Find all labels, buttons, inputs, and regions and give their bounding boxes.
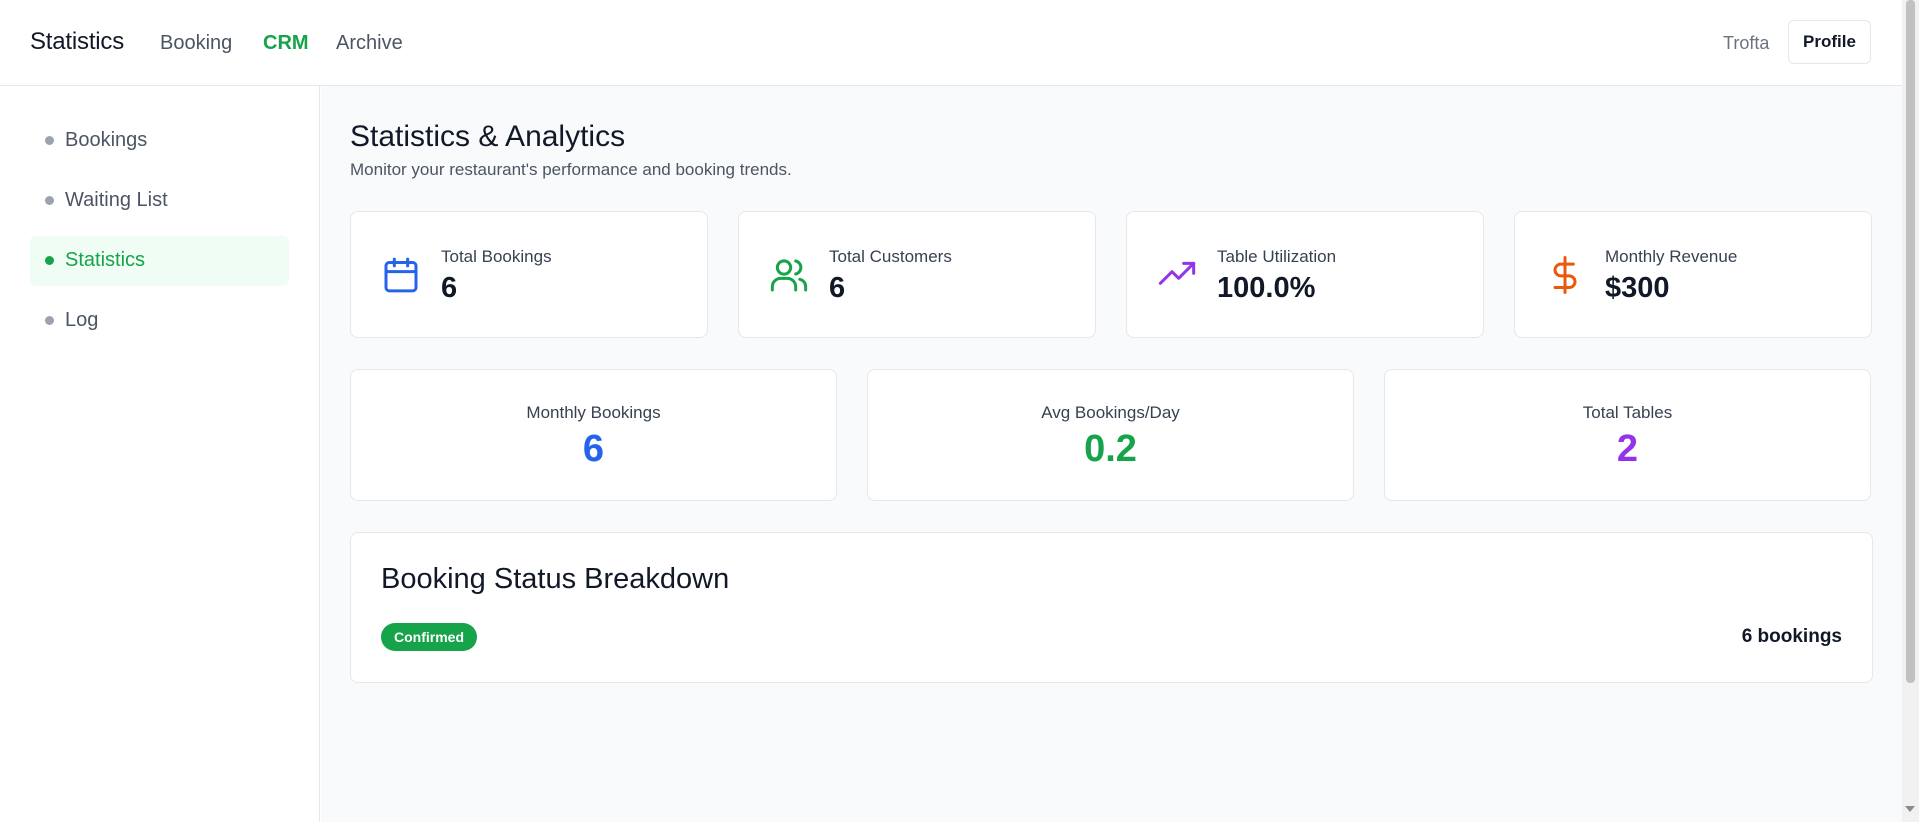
sidebar: Bookings Waiting List Statistics Log bbox=[0, 86, 320, 822]
stat-card-monthly-revenue: Monthly Revenue $300 bbox=[1514, 211, 1872, 338]
metric-label: Total Tables bbox=[1582, 403, 1673, 422]
sidebar-item-statistics[interactable]: Statistics bbox=[30, 236, 289, 286]
stat-value: 100.0% bbox=[1217, 272, 1316, 304]
metric-value: 0.2 bbox=[1084, 428, 1137, 470]
metric-value: 6 bbox=[582, 428, 605, 470]
metric-value: 2 bbox=[1616, 428, 1639, 470]
stat-card-total-customers: Total Customers 6 bbox=[738, 211, 1096, 338]
scrollbar-thumb[interactable] bbox=[1906, 0, 1915, 683]
breakdown-title: Booking Status Breakdown bbox=[381, 563, 730, 595]
calendar-icon bbox=[381, 255, 421, 295]
bullet-dot-icon bbox=[45, 256, 54, 265]
bullet-dot-icon bbox=[45, 196, 54, 205]
stat-card-table-utilization: Table Utilization 100.0% bbox=[1126, 211, 1484, 338]
sidebar-item-label: Log bbox=[65, 309, 99, 331]
nav-link-crm[interactable]: CRM bbox=[263, 32, 309, 55]
sidebar-item-label: Bookings bbox=[65, 129, 148, 151]
profile-button[interactable]: Profile bbox=[1788, 20, 1871, 64]
users-icon bbox=[769, 255, 809, 295]
metric-card-avg-bookings-day: Avg Bookings/Day 0.2 bbox=[867, 369, 1354, 501]
page-subtitle: Monitor your restaurant's performance an… bbox=[350, 160, 792, 179]
page-heading: Statistics & Analytics bbox=[350, 120, 626, 153]
stat-label: Total Customers bbox=[829, 247, 952, 266]
scrollbar[interactable] bbox=[1902, 0, 1919, 822]
status-badge: Confirmed bbox=[381, 623, 477, 651]
metric-label: Avg Bookings/Day bbox=[1041, 403, 1180, 422]
stat-label: Table Utilization bbox=[1217, 247, 1337, 266]
sidebar-item-log[interactable]: Log bbox=[30, 296, 289, 346]
stat-value: $300 bbox=[1605, 272, 1670, 304]
bullet-dot-icon bbox=[45, 136, 54, 145]
stat-label: Total Bookings bbox=[441, 247, 552, 266]
sidebar-item-bookings[interactable]: Bookings bbox=[30, 116, 289, 166]
stat-label: Monthly Revenue bbox=[1605, 247, 1738, 266]
sidebar-item-label: Statistics bbox=[65, 249, 146, 271]
metric-label: Monthly Bookings bbox=[526, 403, 661, 422]
bullet-dot-icon bbox=[45, 316, 54, 325]
stat-value: 6 bbox=[829, 272, 846, 304]
sidebar-item-waiting-list[interactable]: Waiting List bbox=[30, 176, 289, 226]
user-name: Trofta bbox=[1723, 33, 1770, 53]
metric-card-total-tables: Total Tables 2 bbox=[1384, 369, 1871, 501]
trending-up-icon bbox=[1157, 255, 1197, 295]
page-title-brand: Statistics bbox=[30, 28, 125, 55]
dollar-icon bbox=[1545, 255, 1585, 295]
scroll-down-arrow-icon[interactable] bbox=[1905, 806, 1915, 812]
top-navigation-bar: Statistics Booking CRM Archive Trofta Pr… bbox=[0, 0, 1902, 86]
nav-link-archive[interactable]: Archive bbox=[336, 32, 403, 55]
booking-status-breakdown-card: Booking Status Breakdown Confirmed 6 boo… bbox=[350, 532, 1873, 683]
main-content: Statistics & Analytics Monitor your rest… bbox=[321, 86, 1902, 822]
status-count: 6 bookings bbox=[1741, 626, 1842, 647]
metric-card-monthly-bookings: Monthly Bookings 6 bbox=[350, 369, 837, 501]
sidebar-item-label: Waiting List bbox=[65, 189, 168, 211]
stat-card-total-bookings: Total Bookings 6 bbox=[350, 211, 708, 338]
stat-value: 6 bbox=[441, 272, 458, 304]
nav-link-booking[interactable]: Booking bbox=[160, 32, 232, 55]
